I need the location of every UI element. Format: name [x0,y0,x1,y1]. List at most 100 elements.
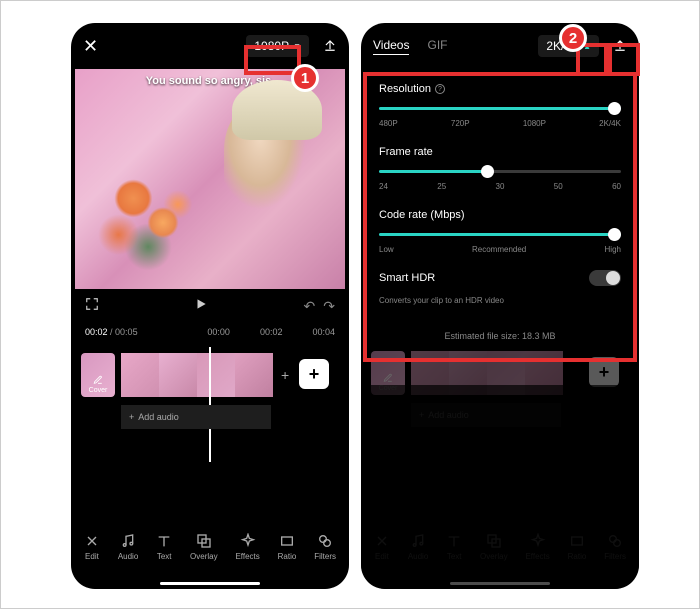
resolution-dropdown[interactable]: 1080P ▼ [246,35,309,57]
add-audio-button: +Add audio [411,403,561,427]
cover-label: Cover [379,385,398,392]
tab-videos[interactable]: Videos [373,38,409,55]
tick: Recommended [472,245,526,254]
tick: 25 [437,182,446,191]
time-ticks: 00:00 00:02 00:04 [207,327,335,337]
close-icon[interactable]: ✕ [83,36,98,57]
code-rate-slider[interactable] [379,233,621,237]
clip-thumb[interactable] [235,353,273,397]
cover-label: Cover [89,387,108,394]
tool-audio[interactable]: Audio [118,533,138,561]
slider-thumb[interactable] [608,102,621,115]
undo-icon[interactable]: ↶ [304,298,316,315]
tool-label: Ratio [278,552,297,561]
undo-redo-group: ↶ ↷ [304,298,335,315]
setting-smart-hdr: Smart HDR Converts your clip to an HDR v… [379,272,621,305]
tool-overlay[interactable]: Overlay [190,533,218,561]
tool-label: Audio [118,552,138,561]
add-clip-button[interactable]: + [299,359,329,389]
export-icon[interactable] [323,38,337,55]
clip-thumb[interactable] [121,353,159,397]
frame-rate-slider[interactable] [379,170,621,174]
tutorial-canvas: ✕ 1080P ▼ You sound so angry, sis. [0,0,700,609]
info-icon[interactable]: ? [435,84,445,94]
time-sep: / [108,327,116,337]
setting-frame-rate: Frame rate 24 25 30 50 60 [379,146,621,191]
resolution-value: 1080P [254,39,289,53]
setting-label: Resolution ? [379,83,621,95]
setting-label: Code rate (Mbps) [379,209,621,221]
redo-icon[interactable]: ↷ [323,298,335,315]
clip-strip [411,351,563,395]
tool-label: Filters [314,552,336,561]
time-total: 00:05 [115,327,138,337]
tool-ratio[interactable]: Ratio [278,533,297,561]
tool-label: Text [157,552,172,561]
fullscreen-icon[interactable] [85,297,99,316]
tool-label: Ratio [568,552,587,561]
tool-edit[interactable]: Edit [84,533,100,561]
bottom-toolbar-dimmed: Edit Audio Text Overlay Effects Ratio Fi… [361,523,639,571]
resolution-slider[interactable] [379,107,621,111]
tick: High [605,245,621,254]
time-tick: 00:00 [207,327,230,337]
tool-filters[interactable]: Filters [314,533,336,561]
top-bar: Videos GIF 2K/4K ▲ [361,23,639,69]
slider-thumb[interactable] [481,165,494,178]
slider-thumb[interactable] [608,228,621,241]
clip-thumb[interactable] [159,353,197,397]
tick: 2K/4K [599,119,621,128]
time-tick: 00:02 [260,327,283,337]
add-clip-button: + [589,357,619,387]
tool-label: Edit [85,552,99,561]
tool-label: Effects [525,552,549,561]
annotation-badge-1: 1 [291,64,319,92]
timeline[interactable]: Cover + + + Add audio [71,353,349,461]
tab-gif[interactable]: GIF [427,38,447,54]
tick: Low [379,245,394,254]
tool-label: Filters [604,552,626,561]
setting-code-rate: Code rate (Mbps) Low Recommended High [379,209,621,254]
tool-label: Overlay [190,552,218,561]
bottom-toolbar: Edit Audio Text Overlay Effects Ratio Fi… [71,523,349,571]
setting-label: Smart HDR [379,272,621,284]
plus-icon: + [129,412,134,422]
slider-ticks: Low Recommended High [379,245,621,254]
play-icon[interactable] [99,297,304,316]
tool-effects[interactable]: Effects [235,533,259,561]
estimated-size: Estimated file size: 18.3 MB [361,331,639,341]
slider-ticks: 24 25 30 50 60 [379,182,621,191]
hdr-toggle[interactable] [589,270,621,286]
label-text: Resolution [379,83,431,95]
tool-label: Audio [408,552,428,561]
add-audio-label: Add audio [428,410,469,420]
time-current: 00:02 [85,327,108,337]
clip-strip[interactable] [121,353,273,397]
slider-ticks: 480P 720P 1080P 2K/4K [379,119,621,128]
export-icon[interactable] [613,38,627,55]
clip-thumb[interactable] [197,353,235,397]
annotation-badge-2: 2 [559,24,587,52]
plus-small-icon[interactable]: + [281,367,289,383]
plus-icon: + [309,364,320,385]
phone-right: Videos GIF 2K/4K ▲ Resolution ? [361,23,639,589]
setting-sublabel: Converts your clip to an HDR video [379,296,621,305]
tick: 24 [379,182,388,191]
add-audio-button[interactable]: + Add audio [121,405,271,429]
home-indicator [160,582,260,585]
tick: 60 [612,182,621,191]
setting-resolution: Resolution ? 480P 720P 1080P 2K/4K [379,83,621,128]
tool-label: Text [447,552,462,561]
top-bar: ✕ 1080P ▼ [71,23,349,69]
chevron-down-icon: ▼ [293,42,301,51]
video-preview[interactable]: You sound so angry, sis. [75,69,345,289]
player-controls: ↶ ↷ [71,289,349,323]
export-tabs: Videos GIF [373,38,447,55]
tick: 50 [554,182,563,191]
time-bar: 00:02 / 00:05 00:00 00:02 00:04 [71,323,349,341]
topbar-right: 1080P ▼ [246,35,337,57]
tool-text[interactable]: Text [156,533,172,561]
tool-label: Edit [375,552,389,561]
cover-chip[interactable]: Cover [81,353,115,397]
tick: 30 [496,182,505,191]
